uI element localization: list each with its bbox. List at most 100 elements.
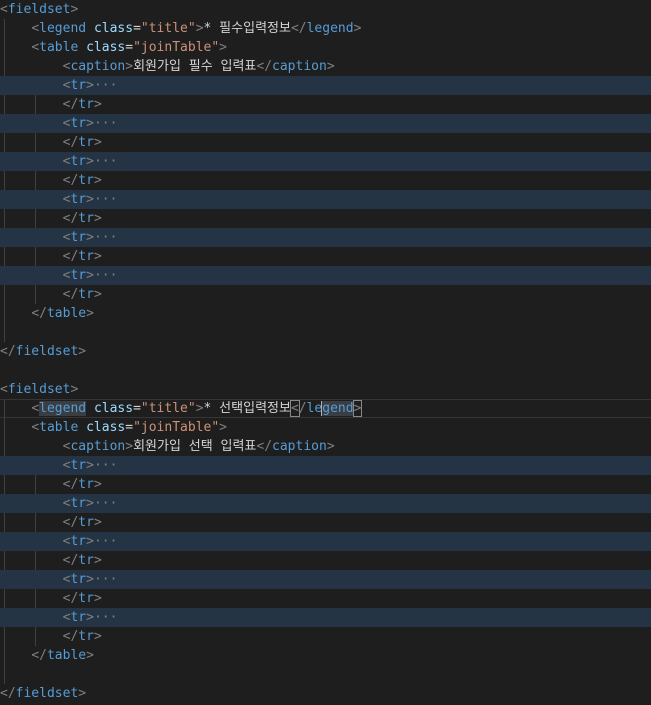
tag-bracket: < (289, 400, 300, 417)
code-line[interactable]: <tr>··· (0, 228, 651, 247)
tag-name: legend (39, 21, 87, 36)
code-line[interactable]: <fieldset> (0, 380, 651, 399)
code-line[interactable]: </tr> (0, 627, 651, 646)
tag-bracket: </ (62, 553, 79, 568)
tag-name: fieldset (7, 382, 71, 397)
tag-bracket: </ (62, 515, 79, 530)
attribute-name: class (93, 401, 134, 416)
tag-name: table (46, 648, 87, 663)
code-line[interactable]: </tr> (0, 171, 651, 190)
code-line[interactable]: </tr> (0, 285, 651, 304)
tag-bracket: > (78, 344, 87, 359)
code-line[interactable]: </tr> (0, 133, 651, 152)
folded-ellipsis[interactable]: ··· (94, 192, 117, 207)
tag-name: tr (78, 135, 94, 150)
tag-name: tr (78, 287, 94, 302)
code-line[interactable]: </tr> (0, 209, 651, 228)
attribute-name: class (86, 40, 126, 55)
tag-name: caption (70, 439, 126, 454)
code-line[interactable] (0, 665, 651, 684)
folded-ellipsis[interactable]: ··· (94, 116, 117, 131)
tag-bracket: > (219, 420, 227, 435)
tag-bracket: > (86, 648, 94, 663)
text-content (86, 401, 94, 416)
tag-bracket: </ (62, 211, 79, 226)
tag-bracket: </ (0, 344, 16, 359)
code-line[interactable]: <tr>··· (0, 190, 651, 209)
attribute-name: class (93, 21, 134, 36)
tag-bracket: > (86, 610, 94, 625)
tag-name: tr (70, 192, 87, 207)
tag-bracket: </ (290, 21, 307, 36)
tag-bracket: > (326, 439, 335, 454)
folded-ellipsis[interactable]: ··· (94, 268, 117, 283)
code-line[interactable]: </tr> (0, 551, 651, 570)
code-line[interactable]: </fieldset> (0, 342, 651, 361)
tag-name: gend (322, 401, 354, 416)
text-content: * 필수입력정보 (203, 21, 291, 36)
code-line[interactable]: </table> (0, 646, 651, 665)
folded-ellipsis[interactable]: ··· (94, 610, 117, 625)
tag-name: tr (78, 591, 94, 606)
equals-sign: = (125, 40, 134, 55)
folded-ellipsis[interactable]: ··· (94, 230, 117, 245)
code-line[interactable]: </tr> (0, 475, 651, 494)
code-line[interactable]: <tr>··· (0, 266, 651, 285)
code-line[interactable]: <tr>··· (0, 570, 651, 589)
tag-name: tr (70, 154, 87, 169)
code-line[interactable] (0, 323, 651, 342)
code-line[interactable]: <table class="joinTable"> (0, 418, 651, 437)
code-editor[interactable]: <fieldset> <legend class="title">* 필수입력정… (0, 0, 651, 705)
tag-bracket: > (219, 40, 227, 55)
tag-name: tr (78, 211, 94, 226)
text-content: 회원가입 선택 입력표 (133, 439, 257, 454)
code-line[interactable]: </table> (0, 304, 651, 323)
code-line[interactable]: </tr> (0, 95, 651, 114)
tag-bracket: > (326, 59, 335, 74)
folded-ellipsis[interactable]: ··· (94, 78, 117, 93)
tag-bracket: > (93, 249, 102, 264)
equals-sign: = (133, 21, 141, 36)
code-line[interactable]: <legend class="title">* 필수입력정보</legend> (0, 19, 651, 38)
tag-bracket: > (195, 21, 204, 36)
code-line[interactable]: <tr>··· (0, 494, 651, 513)
code-line[interactable]: <legend class="title">* 선택입력정보</legend> (0, 399, 651, 418)
code-line[interactable]: </tr> (0, 589, 651, 608)
code-line[interactable]: <tr>··· (0, 76, 651, 95)
tag-bracket: > (125, 59, 134, 74)
tag-bracket: > (86, 78, 94, 93)
tag-name: tr (78, 515, 94, 530)
folded-ellipsis[interactable]: ··· (94, 154, 117, 169)
code-line[interactable]: <caption>회원가입 필수 입력표</caption> (0, 57, 651, 76)
code-line[interactable]: <fieldset> (0, 0, 651, 19)
folded-ellipsis[interactable]: ··· (94, 534, 117, 549)
tag-name: tr (70, 572, 87, 587)
folded-ellipsis[interactable]: ··· (94, 458, 117, 473)
code-line[interactable]: <tr>··· (0, 114, 651, 133)
code-line[interactable]: <table class="joinTable"> (0, 38, 651, 57)
tag-name: tr (78, 477, 94, 492)
code-line[interactable] (0, 361, 651, 380)
folded-ellipsis[interactable]: ··· (94, 496, 117, 511)
code-line[interactable]: </fieldset> (0, 684, 651, 703)
code-line[interactable]: <tr>··· (0, 532, 651, 551)
code-line[interactable]: <tr>··· (0, 608, 651, 627)
code-line[interactable]: <tr>··· (0, 456, 651, 475)
code-line[interactable]: </tr> (0, 513, 651, 532)
tag-name: legend (39, 401, 87, 416)
tag-name: tr (70, 458, 87, 473)
tag-bracket: </ (62, 135, 79, 150)
folded-ellipsis[interactable]: ··· (94, 572, 117, 587)
code-line[interactable]: </tr> (0, 247, 651, 266)
tag-bracket: > (352, 400, 363, 417)
code-line[interactable]: <tr>··· (0, 152, 651, 171)
code-line[interactable]: <caption>회원가입 선택 입력표</caption> (0, 437, 651, 456)
tag-bracket: > (86, 192, 94, 207)
